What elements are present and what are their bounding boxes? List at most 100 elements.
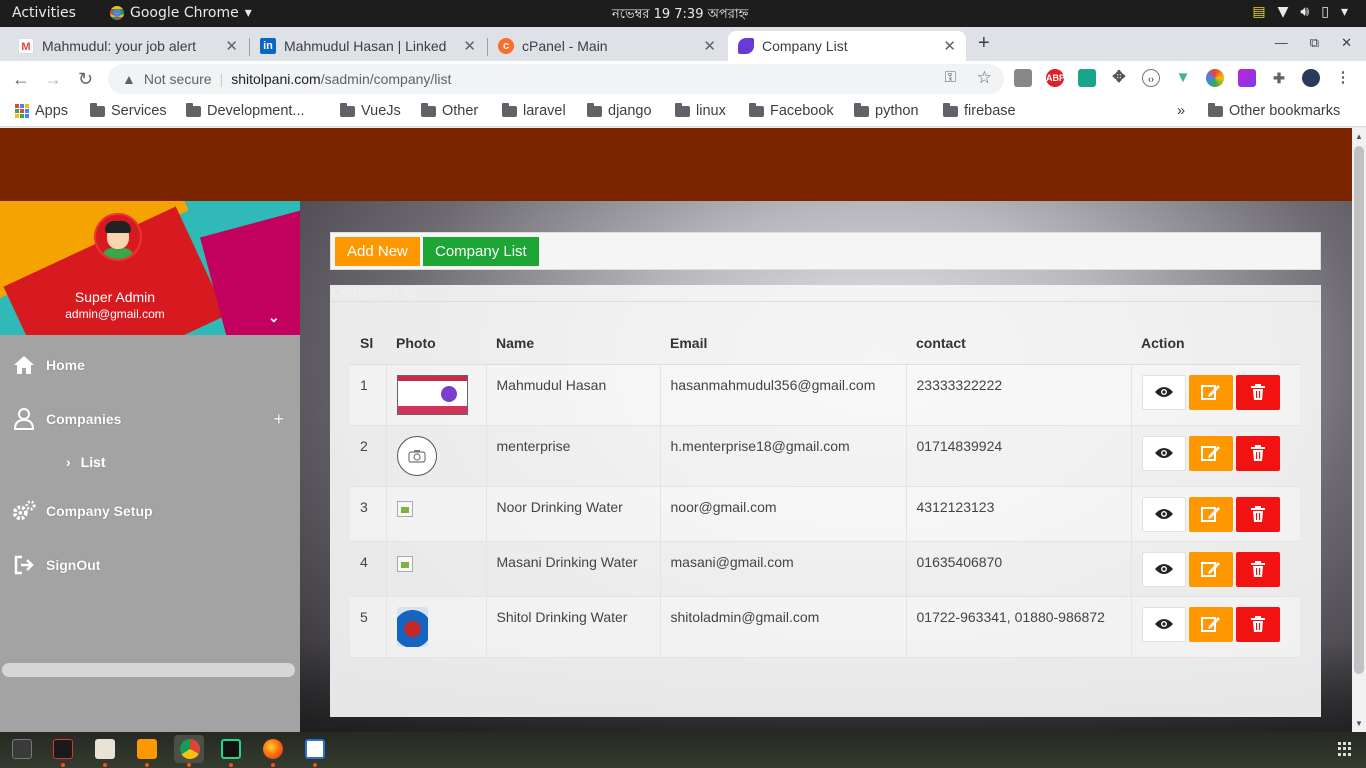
- pycharm-icon[interactable]: [221, 739, 241, 759]
- files-icon[interactable]: [95, 739, 115, 759]
- sidebar-item-home[interactable]: Home: [0, 354, 300, 376]
- expand-plus-icon[interactable]: +: [273, 409, 284, 430]
- restore-icon[interactable]: ⧉: [1310, 35, 1319, 51]
- view-button[interactable]: [1141, 374, 1186, 410]
- camera-extension-icon[interactable]: [1014, 69, 1032, 87]
- chevron-down-icon[interactable]: ⌄: [268, 309, 280, 326]
- edit-button[interactable]: [1188, 606, 1233, 642]
- text-editor-icon[interactable]: [305, 739, 325, 759]
- move-extension-icon[interactable]: ✥: [1110, 69, 1128, 87]
- tab-strip: M Mahmudul: your job alert ✕ in Mahmudul…: [0, 27, 1366, 61]
- view-button[interactable]: [1141, 551, 1186, 587]
- minimize-icon[interactable]: ―: [1275, 35, 1288, 51]
- app-menu[interactable]: Google Chrome ▾: [110, 5, 252, 21]
- company-photo[interactable]: [396, 374, 468, 415]
- tab-cpanel[interactable]: c cPanel - Main ✕: [488, 31, 726, 61]
- sidebar-scrollbar[interactable]: [2, 663, 295, 677]
- reload-icon[interactable]: ↻: [78, 69, 93, 90]
- vue-devtools-icon[interactable]: ▼: [1174, 69, 1192, 87]
- delete-button[interactable]: [1235, 496, 1280, 532]
- broken-image-icon[interactable]: [396, 500, 413, 517]
- tab-linkedin[interactable]: in Mahmudul Hasan | Linked ✕: [250, 31, 486, 61]
- sidebar-item-companies[interactable]: Companies +: [0, 408, 300, 430]
- sublime-text-icon[interactable]: [137, 739, 157, 759]
- bookmark-folder-firebase[interactable]: firebase: [943, 102, 1016, 119]
- avatar[interactable]: [94, 213, 142, 261]
- tab-company-list[interactable]: Company List ✕: [728, 31, 966, 61]
- water-drop-logo[interactable]: [396, 606, 428, 647]
- view-button[interactable]: [1141, 496, 1186, 532]
- delete-button[interactable]: [1235, 606, 1280, 642]
- bookmark-folder-python[interactable]: python: [854, 102, 919, 119]
- bookmark-apps[interactable]: Apps: [15, 103, 68, 119]
- view-button[interactable]: [1141, 435, 1186, 471]
- adblock-plus-icon[interactable]: ABP: [1046, 69, 1065, 87]
- bookmark-folder-vuejs[interactable]: VueJs: [340, 102, 401, 119]
- bookmark-folder-other-bookmarks[interactable]: Other bookmarks: [1208, 102, 1340, 119]
- back-icon[interactable]: ←: [12, 69, 30, 90]
- chrome-menu-icon[interactable]: ⋮: [1334, 69, 1352, 87]
- key-icon[interactable]: ⚿: [945, 69, 956, 86]
- bookmark-folder-services[interactable]: Services: [90, 102, 167, 119]
- extensions-puzzle-icon[interactable]: ✚: [1270, 69, 1288, 87]
- edit-button[interactable]: [1188, 435, 1233, 471]
- close-tab-icon[interactable]: ✕: [703, 37, 716, 55]
- bookmark-folder-django[interactable]: django: [587, 102, 652, 119]
- terminal-icon[interactable]: [12, 739, 32, 759]
- bookmark-folder-linux[interactable]: linux: [675, 102, 726, 119]
- system-clock[interactable]: নভেম্বর 19 7:39 অপরাহ্ন: [612, 5, 748, 26]
- notes-icon[interactable]: ▤: [1252, 4, 1265, 20]
- company-list-button[interactable]: Company List: [423, 237, 539, 266]
- wifi-icon[interactable]: ▼: [1278, 4, 1289, 20]
- sidebar-item-company-setup[interactable]: Company Setup: [0, 500, 300, 522]
- bookmark-folder-development[interactable]: Development...: [186, 102, 305, 119]
- activities-button[interactable]: Activities: [12, 5, 76, 21]
- tab-gmail[interactable]: M Mahmudul: your job alert ✕: [8, 31, 248, 61]
- scroll-up-arrow-icon[interactable]: ▲: [1355, 132, 1363, 141]
- sidebar-item-signout[interactable]: SignOut: [0, 554, 300, 576]
- color-picker-extension-icon[interactable]: [1206, 69, 1224, 87]
- new-tab-button[interactable]: +: [978, 32, 990, 55]
- scroll-down-arrow-icon[interactable]: ▼: [1355, 719, 1363, 728]
- system-tray[interactable]: ▤ ▼ 🔊︎ ▯ ▾: [1252, 4, 1348, 20]
- sidebar-subitem-list[interactable]: › List: [66, 454, 106, 470]
- close-tab-icon[interactable]: ✕: [943, 37, 956, 55]
- delete-button[interactable]: [1235, 435, 1280, 471]
- bookmark-folder-facebook[interactable]: Facebook: [749, 102, 834, 119]
- edit-button[interactable]: [1188, 496, 1233, 532]
- bookmarks-overflow-button[interactable]: »: [1177, 103, 1185, 119]
- delete-button[interactable]: [1235, 374, 1280, 410]
- close-tab-icon[interactable]: ✕: [463, 37, 476, 55]
- close-window-icon[interactable]: ✕: [1341, 35, 1352, 51]
- scrollbar-thumb[interactable]: [1354, 146, 1364, 674]
- code-extension-icon[interactable]: ‹›: [1142, 69, 1160, 87]
- bookmark-star-icon[interactable]: ☆: [977, 68, 992, 88]
- forward-icon[interactable]: →: [44, 69, 62, 90]
- pen-extension-icon[interactable]: [1238, 69, 1256, 87]
- chrome-icon[interactable]: [180, 739, 200, 759]
- close-tab-icon[interactable]: ✕: [225, 37, 238, 55]
- profile-avatar-icon[interactable]: [1302, 69, 1320, 87]
- firefox-icon[interactable]: [263, 739, 283, 759]
- edit-button[interactable]: [1188, 551, 1233, 587]
- bookmark-folder-laravel[interactable]: laravel: [502, 102, 566, 119]
- edit-button[interactable]: [1188, 374, 1233, 410]
- page-scrollbar[interactable]: ▲ ▼: [1352, 128, 1366, 732]
- broken-image-icon[interactable]: [396, 555, 413, 572]
- warning-icon[interactable]: ▲: [122, 71, 136, 87]
- trash-icon: [1250, 445, 1265, 461]
- system-menu-caret-icon[interactable]: ▾: [1341, 4, 1348, 20]
- delete-button[interactable]: [1235, 551, 1280, 587]
- url-text[interactable]: shitolpani.com/sadmin/company/list: [231, 71, 451, 87]
- terminal-alt-icon[interactable]: [53, 739, 73, 759]
- security-label[interactable]: Not secure: [144, 71, 212, 87]
- address-bar[interactable]: ▲ Not secure | shitolpani.com/sadmin/com…: [108, 64, 1004, 94]
- add-new-button[interactable]: Add New: [335, 237, 420, 266]
- show-applications-icon[interactable]: [1338, 742, 1352, 756]
- battery-icon[interactable]: ▯: [1321, 4, 1329, 20]
- view-button[interactable]: [1141, 606, 1186, 642]
- camera-icon[interactable]: [396, 435, 437, 476]
- mail-extension-icon[interactable]: [1078, 69, 1096, 87]
- bookmark-folder-other[interactable]: Other: [421, 102, 478, 119]
- volume-icon[interactable]: 🔊︎: [1300, 4, 1309, 20]
